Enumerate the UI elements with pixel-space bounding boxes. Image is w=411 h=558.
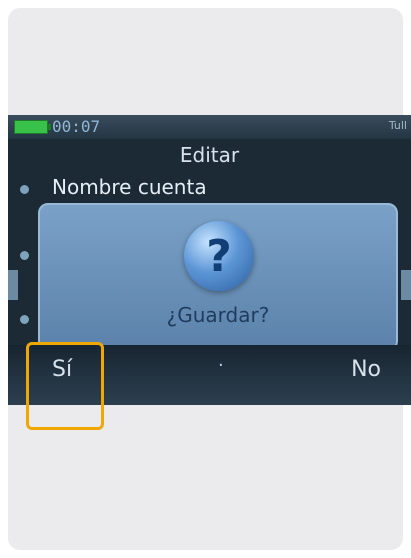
screen-title: Editar [179,143,240,167]
signal-icon: Tull [388,119,407,132]
scroll-tab-left [8,270,18,300]
dialog-question: ¿Guardar? [166,303,270,327]
no-softkey[interactable]: No [351,357,381,382]
question-icon: ? [184,221,254,291]
center-softkey[interactable]: · [218,355,224,376]
status-bar: 00:07 Tull [8,115,411,139]
list-item-nombre-cuenta[interactable]: Nombre cuenta [52,175,207,199]
clock: 00:07 [52,117,101,136]
list-bullet-icon [20,185,29,194]
scroll-tab-right [401,270,411,300]
battery-icon [14,120,51,134]
highlight-box [26,342,104,430]
list-bullet-icon [20,315,29,324]
list-bullet-icon [20,251,29,260]
save-dialog: ? ¿Guardar? [38,203,398,351]
